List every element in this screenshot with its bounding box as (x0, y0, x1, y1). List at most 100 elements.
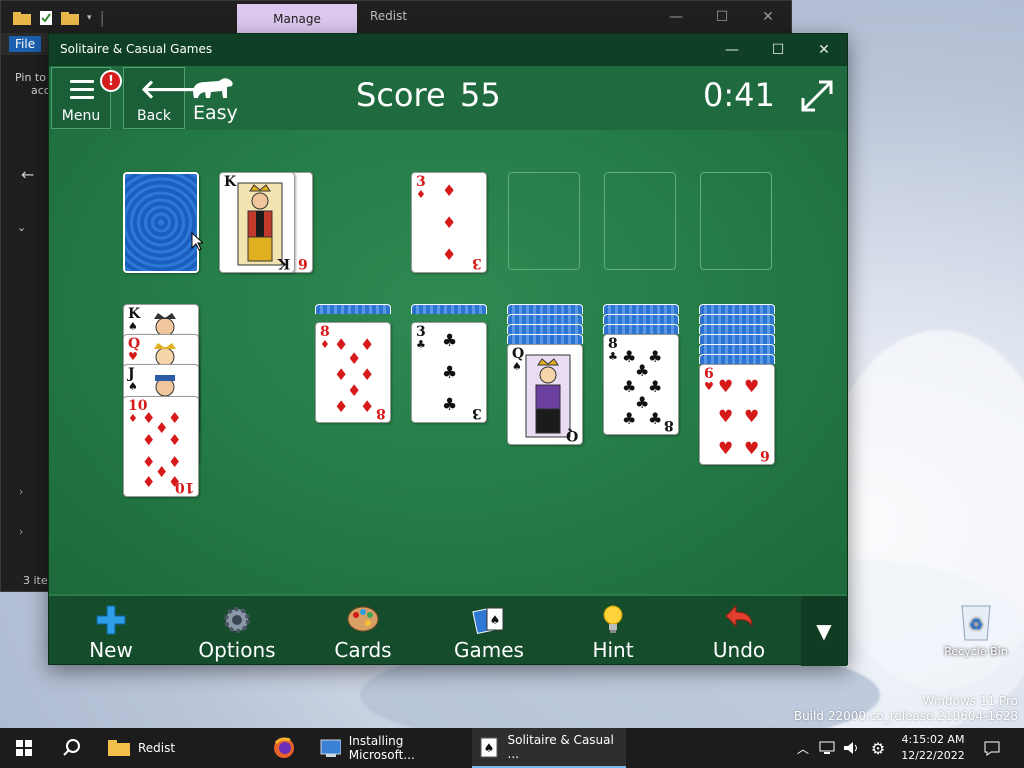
foundation-3[interactable] (604, 172, 676, 270)
cards-button[interactable]: Cards (313, 600, 413, 662)
show-hidden-icons-button[interactable]: ︿ (792, 728, 814, 768)
taskbar-app-installer[interactable]: Installing Microsoft... (312, 728, 466, 768)
chevron-right-icon[interactable]: › (19, 485, 23, 498)
maximize-icon[interactable]: ☐ (755, 34, 801, 66)
diamond-icon: ♦ (360, 365, 375, 384)
diamond-icon: ♦ (416, 188, 426, 201)
expand-toolbar-button[interactable]: ▼ (801, 596, 847, 666)
spade-icon: ♠ (128, 320, 138, 333)
lightbulb-icon (603, 605, 623, 633)
queen-face-art (525, 354, 571, 438)
card-pips: ♣ ♣ ♣ ♣ ♣ ♣ ♣ ♣ (618, 343, 668, 429)
solitaire-window[interactable]: Solitaire & Casual Games — ☐ ✕ ! Menu 🡐 … (48, 33, 848, 666)
game-hud: ! Menu 🡐 Back Easy Score 55 0:41 (49, 66, 847, 130)
card-pips: ♦ ♦ ♦ ♦ ♦ ♦ ♦ ♦ (330, 331, 380, 417)
diamond-icon: ♦ (442, 213, 457, 232)
fullscreen-icon[interactable] (799, 78, 835, 114)
diamond-icon: ♦ (155, 419, 169, 437)
settings-gear-icon[interactable]: ⚙ (866, 728, 890, 768)
chevron-down-icon[interactable]: ⌄ (17, 221, 26, 234)
taskbar-app-explorer[interactable]: Redist (100, 728, 254, 768)
heart-icon: ♥ (718, 377, 734, 397)
diamond-icon: ♦ (168, 431, 182, 449)
diamond-icon: ♦ (142, 473, 156, 491)
game-board[interactable]: ! Menu 🡐 Back Easy Score 55 0:41 6 K K 3… (49, 66, 847, 594)
club-icon: ♣ (416, 338, 426, 351)
solitaire-titlebar[interactable]: Solitaire & Casual Games — ☐ ✕ (49, 34, 847, 66)
back-arrow-icon[interactable]: ← (21, 165, 34, 184)
svg-text:♻: ♻ (969, 615, 983, 634)
network-icon[interactable] (816, 728, 838, 768)
system-clock[interactable]: 4:15:02 AM 12/22/2022 (898, 732, 968, 764)
recycle-bin[interactable]: ♻ Recycle Bin (944, 600, 1008, 658)
menu-label: Menu (61, 108, 101, 124)
svg-text:♠: ♠ (484, 741, 495, 755)
start-button[interactable] (0, 728, 48, 768)
mouse-cursor-icon (191, 232, 203, 251)
difficulty-label: Easy (193, 102, 238, 124)
manage-tab[interactable]: Manage (237, 4, 357, 33)
diamond-icon: ♦ (142, 453, 156, 471)
tableau-5-card[interactable]: Q ♠ Q (507, 344, 583, 445)
waste-card-top[interactable]: K K (219, 172, 295, 273)
explorer-title: Redist (370, 9, 408, 23)
hint-button[interactable]: Hint (563, 600, 663, 662)
tableau-6-card[interactable]: 8 ♣ ♣ ♣ ♣ ♣ ♣ ♣ ♣ ♣ 8 (603, 334, 679, 435)
solitaire-window-controls: — ☐ ✕ (709, 34, 847, 66)
games-button[interactable]: ♠ Games (439, 600, 539, 662)
taskbar-app-solitaire[interactable]: ♠ Solitaire & Casual ... (472, 728, 626, 768)
search-icon (63, 739, 80, 756)
card-rank: 8 (664, 417, 674, 433)
club-icon: ♣ (608, 350, 618, 363)
taskbar-app-label: Installing Microsoft... (348, 734, 415, 762)
card-rank: 6 (760, 447, 770, 463)
minimize-icon[interactable]: — (653, 1, 699, 33)
properties-icon[interactable] (39, 10, 53, 26)
club-icon: ♣ (648, 409, 663, 428)
volume-icon[interactable] (840, 728, 862, 768)
tableau-3-card[interactable]: 8 ♦ ♦ ♦ ♦ ♦ ♦ ♦ ♦ ♦ 8 (315, 322, 391, 423)
close-icon[interactable]: ✕ (801, 34, 847, 66)
alert-badge: ! (100, 70, 122, 92)
heart-icon: ♥ (744, 407, 760, 427)
foundation-1[interactable]: 3 ♦ ♦ ♦ ♦ 3 (411, 172, 487, 273)
card-rank: 3 (472, 405, 482, 421)
pin-to-quick-access[interactable]: Pin to acc (15, 71, 50, 97)
face-down-card (315, 304, 391, 314)
tableau-4-card[interactable]: 3 ♣ ♣ ♣ ♣ 3 (411, 322, 487, 423)
search-button[interactable] (50, 728, 94, 768)
face-down-card (603, 314, 679, 324)
back-button[interactable]: 🡐 Back (123, 67, 210, 129)
pin-label: Pin to (15, 71, 46, 84)
score-value: 55 (460, 76, 501, 114)
svg-text:♠: ♠ (490, 613, 501, 627)
taskbar-app-firefox[interactable] (262, 728, 306, 768)
folder-icon[interactable] (13, 11, 31, 25)
menu-button[interactable]: ! Menu (51, 67, 122, 129)
heart-icon: ♥ (718, 407, 734, 427)
undo-button[interactable]: Undo (689, 600, 789, 662)
chevron-down-icon[interactable]: ▾ (87, 13, 92, 23)
file-tab[interactable]: File (9, 36, 42, 52)
maximize-icon[interactable]: ☐ (699, 1, 745, 33)
new-game-button[interactable]: New (61, 600, 161, 662)
card-rank: 10 (174, 479, 194, 495)
diamond-icon: ♦ (168, 453, 182, 471)
close-icon[interactable]: ✕ (745, 1, 791, 33)
tableau-7-card[interactable]: 6 ♥ ♥ ♥ ♥ ♥ ♥ ♥ 6 (699, 364, 775, 465)
notifications-button[interactable] (978, 728, 1006, 768)
tableau-1-card[interactable]: 10 ♦ ♦ ♦ ♦ ♦ ♦ ♦ ♦ ♦ ♦ ♦ 10 (123, 396, 199, 497)
face-down-card (699, 324, 775, 334)
new-label: New (89, 638, 133, 662)
options-button[interactable]: Options (187, 600, 287, 662)
foundation-4[interactable] (700, 172, 772, 270)
difficulty-indicator: Easy (191, 72, 239, 128)
chevron-right-icon[interactable]: › (19, 525, 23, 538)
card-rank: 6 (298, 255, 308, 271)
foundation-2[interactable] (508, 172, 580, 270)
stock-pile[interactable] (123, 172, 199, 273)
face-down-card (507, 304, 583, 314)
card-pips: ♥ ♥ ♥ ♥ ♥ ♥ (714, 373, 764, 459)
minimize-icon[interactable]: — (709, 34, 755, 66)
new-folder-icon[interactable] (61, 11, 79, 25)
